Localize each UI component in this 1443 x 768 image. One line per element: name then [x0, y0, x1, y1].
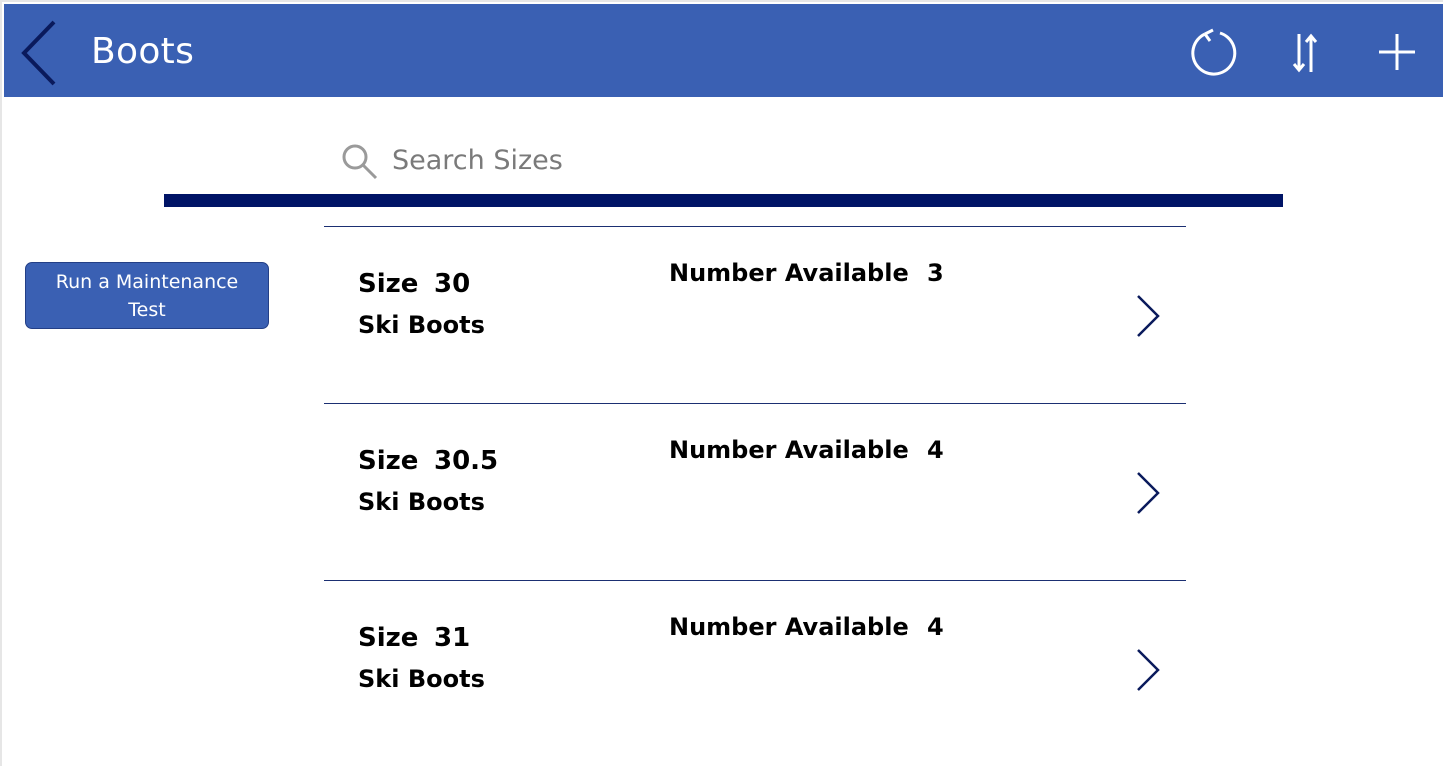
size-label: Size: [358, 623, 419, 653]
available-value: 3: [927, 259, 944, 287]
header-bar: Boots: [4, 4, 1443, 97]
run-maintenance-test-label: Run a Maintenance Test: [55, 271, 239, 321]
available-value: 4: [927, 436, 944, 464]
available-label: Number Available: [669, 613, 909, 641]
size-label: Size: [358, 269, 419, 299]
sort-icon[interactable]: [1282, 28, 1332, 78]
gallery-row[interactable]: Size 31 Ski Boots Number Available 4: [324, 580, 1186, 758]
available-value: 4: [927, 613, 944, 641]
app-screen: Boots Search Sizes Run a Maintenance Tes…: [0, 0, 1443, 766]
item-type: Ski Boots: [358, 311, 485, 339]
back-icon[interactable]: [18, 18, 62, 88]
boots-gallery: Size 30 Ski Boots Number Available 3 Size…: [324, 226, 1186, 768]
page-title: Boots: [91, 31, 195, 72]
gallery-row[interactable]: Size 30.5 Ski Boots Number Available 4: [324, 403, 1186, 581]
size-value: 30.5: [434, 446, 499, 476]
size-field: Size 30: [358, 269, 470, 299]
item-type: Ski Boots: [358, 665, 485, 693]
add-icon[interactable]: [1373, 28, 1423, 78]
item-type: Ski Boots: [358, 488, 485, 516]
search-icon: [340, 142, 380, 182]
search-underline: [164, 194, 1283, 207]
size-value: 31: [434, 623, 471, 653]
refresh-icon[interactable]: [1188, 28, 1238, 78]
search-input[interactable]: [392, 136, 1252, 184]
size-field: Size 30.5: [358, 446, 498, 476]
chevron-right-icon[interactable]: [1132, 293, 1162, 339]
run-maintenance-test-button[interactable]: Run a Maintenance Test: [25, 262, 269, 329]
gallery-row[interactable]: Size 30 Ski Boots Number Available 3: [324, 226, 1186, 404]
chevron-right-icon[interactable]: [1132, 647, 1162, 693]
size-label: Size: [358, 446, 419, 476]
available-label: Number Available: [669, 436, 909, 464]
chevron-right-icon[interactable]: [1132, 470, 1162, 516]
available-label: Number Available: [669, 259, 909, 287]
search-box: [164, 130, 1283, 194]
size-value: 30: [434, 269, 471, 299]
size-field: Size 31: [358, 623, 470, 653]
